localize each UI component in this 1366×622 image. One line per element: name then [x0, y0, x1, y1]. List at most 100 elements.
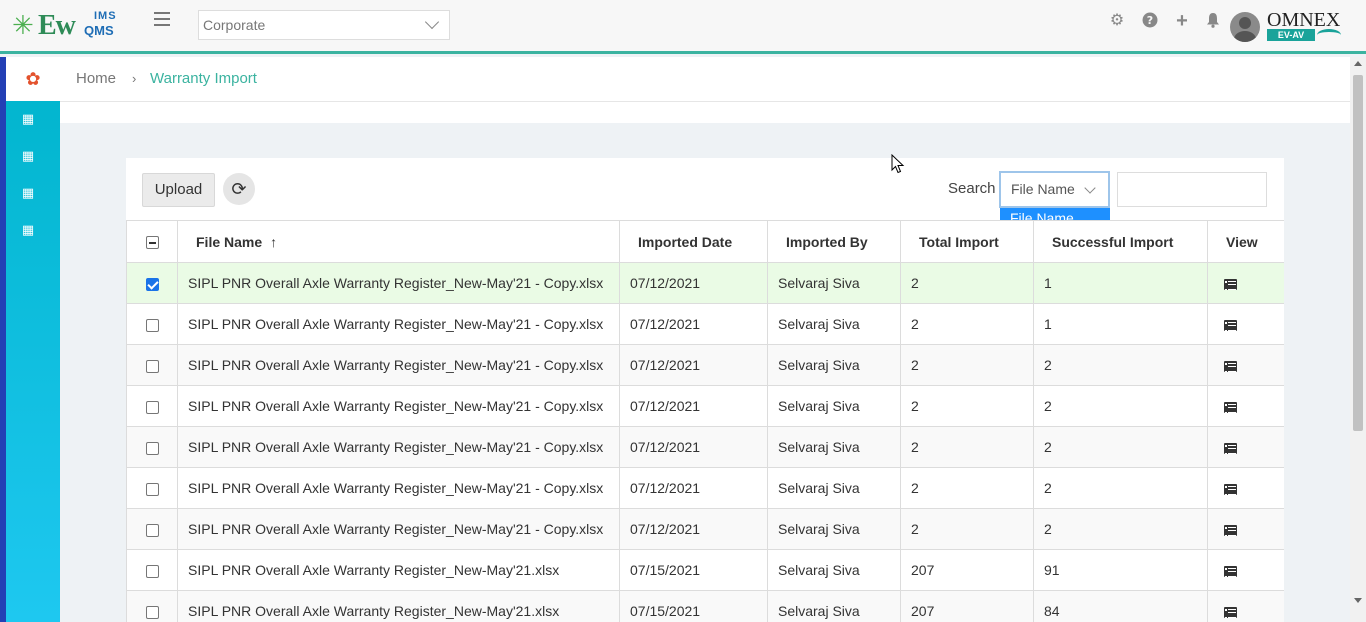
table-row[interactable]: SIPL PNR Overall Axle Warranty Register_… [126, 590, 1284, 622]
view-details-icon[interactable] [1224, 524, 1237, 536]
warranty-import-table: File Name ↑ Imported Date Imported By Tot… [126, 220, 1284, 622]
table-row[interactable]: SIPL PNR Overall Axle Warranty Register_… [126, 549, 1284, 591]
row-checkbox[interactable] [145, 441, 159, 455]
row-checkbox[interactable] [145, 523, 159, 537]
column-header-successful-import[interactable]: Successful Import [1033, 220, 1208, 263]
page-scrollbar[interactable] [1350, 57, 1366, 622]
scrollbar-thumb[interactable] [1353, 75, 1363, 431]
building-icon[interactable]: ▦ [20, 185, 36, 201]
view-details-icon[interactable] [1224, 565, 1237, 577]
select-all-checkbox[interactable] [145, 236, 159, 250]
imported-date-cell: 07/12/2021 [619, 508, 768, 550]
column-header-imported-by[interactable]: Imported By [767, 220, 901, 263]
help-icon[interactable]: ? [1141, 12, 1159, 30]
top-header: ✳ Ew IMS QMS Corporate ⚙ ? + OMNEX EV-AV [0, 0, 1366, 54]
total-import-cell: 2 [900, 344, 1034, 386]
file-name-cell: SIPL PNR Overall Axle Warranty Register_… [177, 467, 620, 509]
refresh-icon[interactable]: ⟳ [223, 173, 255, 205]
column-header-total-import[interactable]: Total Import [900, 220, 1034, 263]
table-row[interactable]: SIPL PNR Overall Axle Warranty Register_… [126, 303, 1284, 345]
column-header-file-name[interactable]: File Name ↑ [177, 220, 620, 263]
view-cell [1207, 262, 1284, 304]
successful-import-cell: 2 [1033, 344, 1208, 386]
imported-by-cell: Selvaraj Siva [767, 385, 901, 427]
breadcrumb: Home › Warranty Import [60, 57, 1350, 102]
row-checkbox[interactable] [145, 605, 159, 619]
row-select-cell [126, 344, 178, 386]
imported-by-cell: Selvaraj Siva [767, 262, 901, 304]
logo-main-text: Ew [38, 10, 76, 41]
view-details-icon[interactable] [1224, 360, 1237, 372]
search-label: Search [948, 180, 996, 197]
sort-ascending-icon[interactable]: ↑ [270, 234, 277, 250]
search-input[interactable] [1117, 172, 1267, 207]
table-row[interactable]: SIPL PNR Overall Axle Warranty Register_… [126, 262, 1284, 304]
row-checkbox[interactable] [145, 277, 159, 291]
successful-import-cell: 1 [1033, 262, 1208, 304]
table-row[interactable]: SIPL PNR Overall Axle Warranty Register_… [126, 467, 1284, 509]
scroll-up-icon[interactable] [1354, 61, 1362, 66]
imported-date-cell: 07/12/2021 [619, 467, 768, 509]
breadcrumb-home-link[interactable]: Home [76, 70, 116, 87]
page-header-strip [60, 102, 1350, 123]
left-sidebar: ✿ ▦ ▦ ▦ ▦ [0, 57, 60, 622]
brand-swoosh-icon [1317, 29, 1341, 41]
building-icon[interactable]: ▦ [20, 222, 36, 238]
view-details-icon[interactable] [1224, 483, 1237, 495]
file-name-cell: SIPL PNR Overall Axle Warranty Register_… [177, 262, 620, 304]
row-checkbox[interactable] [145, 564, 159, 578]
column-header-imported-date[interactable]: Imported Date [619, 220, 768, 263]
bell-icon[interactable] [1204, 12, 1222, 30]
sidebar-home-tile[interactable]: ✿ [6, 57, 60, 101]
imported-by-cell: Selvaraj Siva [767, 590, 901, 622]
search-field-select-value: File Name [1011, 181, 1075, 197]
file-name-cell: SIPL PNR Overall Axle Warranty Register_… [177, 590, 620, 622]
table-row[interactable]: SIPL PNR Overall Axle Warranty Register_… [126, 508, 1284, 550]
organization-select-value: Corporate [203, 17, 266, 33]
imported-date-cell: 07/12/2021 [619, 385, 768, 427]
gear-icon[interactable]: ⚙ [1108, 12, 1126, 30]
file-name-cell: SIPL PNR Overall Axle Warranty Register_… [177, 385, 620, 427]
view-details-icon[interactable] [1224, 401, 1237, 413]
row-checkbox[interactable] [145, 400, 159, 414]
table-row[interactable]: SIPL PNR Overall Axle Warranty Register_… [126, 385, 1284, 427]
view-details-icon[interactable] [1224, 606, 1237, 618]
table-row[interactable]: SIPL PNR Overall Axle Warranty Register_… [126, 426, 1284, 468]
row-checkbox[interactable] [145, 359, 159, 373]
file-name-cell: SIPL PNR Overall Axle Warranty Register_… [177, 426, 620, 468]
imported-by-cell: Selvaraj Siva [767, 344, 901, 386]
imported-by-cell: Selvaraj Siva [767, 303, 901, 345]
app-logo[interactable]: ✳ Ew IMS QMS [12, 8, 122, 42]
user-avatar[interactable] [1230, 12, 1260, 42]
view-details-icon[interactable] [1224, 442, 1237, 454]
breadcrumb-current: Warranty Import [150, 70, 257, 87]
row-select-cell [126, 385, 178, 427]
table-header-row: File Name ↑ Imported Date Imported By Tot… [126, 220, 1284, 263]
file-name-cell: SIPL PNR Overall Axle Warranty Register_… [177, 549, 620, 591]
search-field-select[interactable]: File Name [999, 171, 1110, 208]
view-details-icon[interactable] [1224, 278, 1237, 290]
imported-date-cell: 07/12/2021 [619, 426, 768, 468]
sidebar-accent-stripe [0, 57, 6, 622]
imported-date-cell: 07/12/2021 [619, 262, 768, 304]
row-checkbox[interactable] [145, 318, 159, 332]
view-details-icon[interactable] [1224, 319, 1237, 331]
organization-select[interactable]: Corporate [198, 10, 450, 40]
view-cell [1207, 426, 1284, 468]
imported-date-cell: 07/15/2021 [619, 590, 768, 622]
row-select-cell [126, 590, 178, 622]
building-icon[interactable]: ▦ [20, 148, 36, 164]
chevron-down-icon [1084, 182, 1096, 194]
logo-burst-icon: ✳ [12, 10, 34, 40]
warranty-import-panel: Upload ⟳ Search File Name File Name File… [126, 158, 1284, 622]
scroll-down-icon[interactable] [1354, 598, 1362, 603]
row-select-cell [126, 467, 178, 509]
row-checkbox[interactable] [145, 482, 159, 496]
building-icon[interactable]: ▦ [20, 111, 36, 127]
plus-icon[interactable]: + [1173, 11, 1191, 31]
view-cell [1207, 467, 1284, 509]
hamburger-menu-icon[interactable] [154, 12, 170, 26]
imported-by-cell: Selvaraj Siva [767, 426, 901, 468]
upload-button[interactable]: Upload [142, 173, 215, 207]
table-row[interactable]: SIPL PNR Overall Axle Warranty Register_… [126, 344, 1284, 386]
